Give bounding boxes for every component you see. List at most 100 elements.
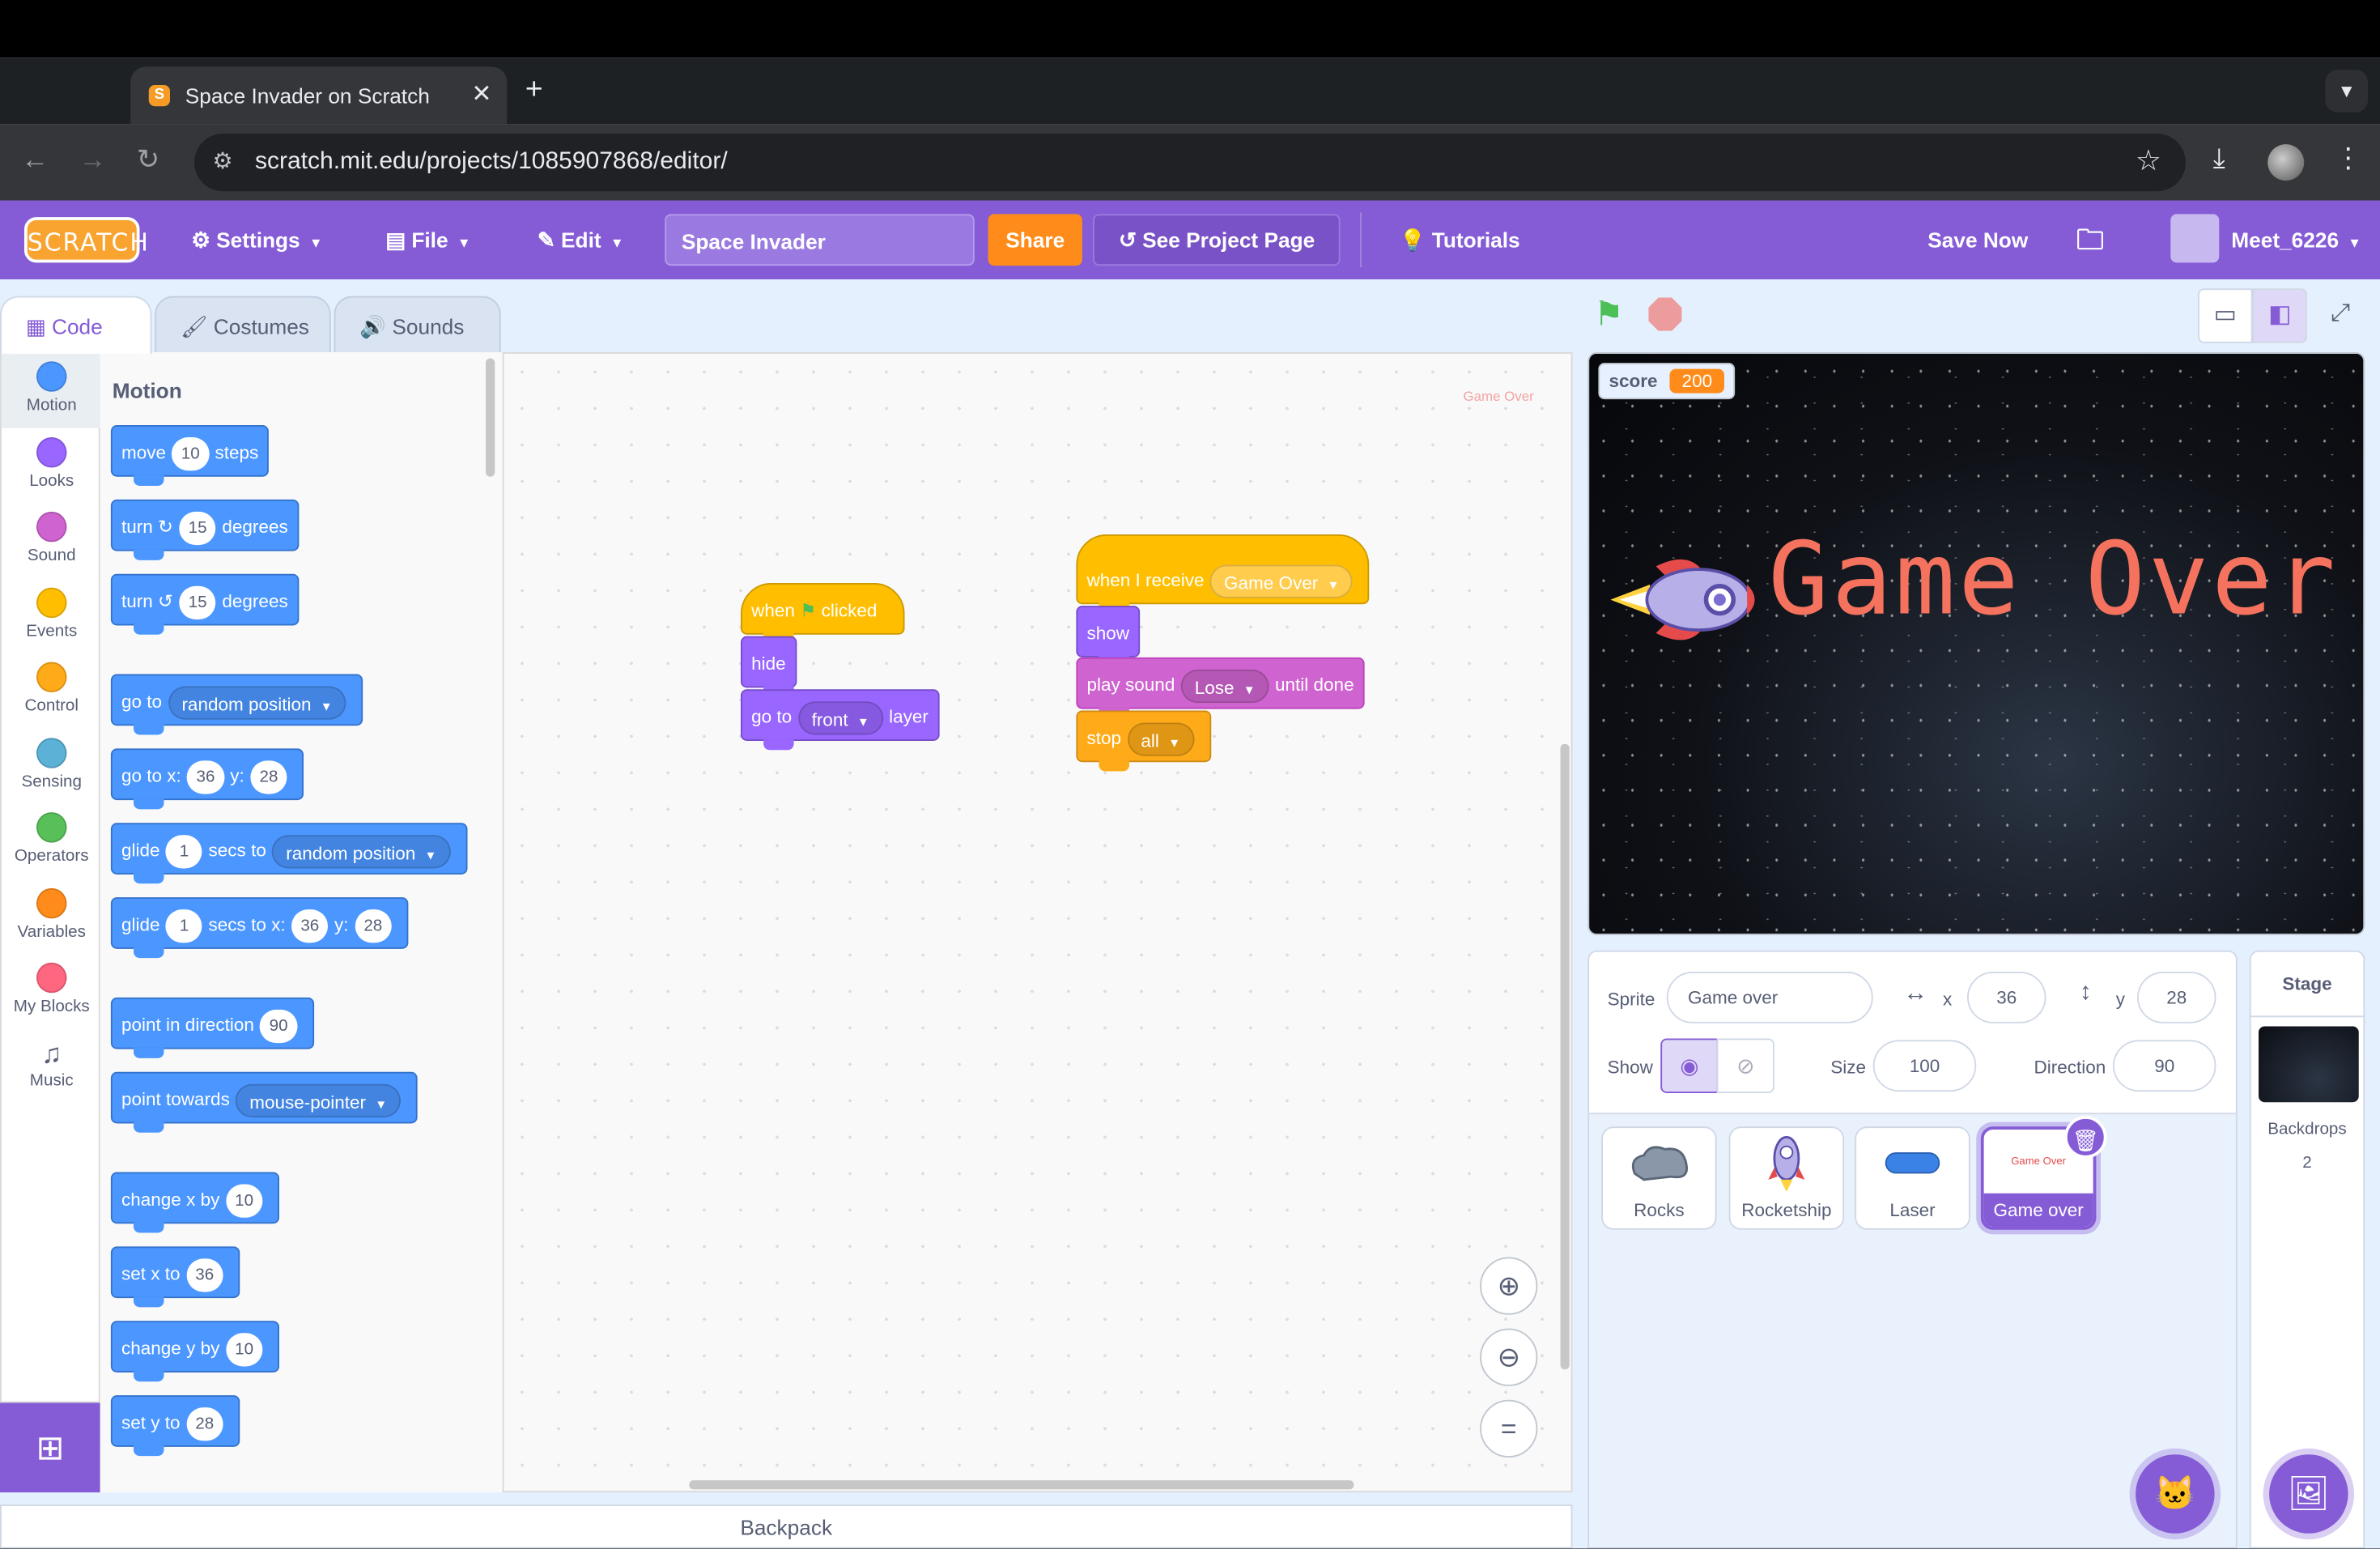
block-change-x[interactable]: change x by 10 [110,1172,279,1233]
my-stuff-folder-icon[interactable]: 🗀 [2076,222,2104,267]
stage-canvas[interactable]: score 200 Game Over [1587,352,2365,935]
tab-search-chevron-icon[interactable]: ▼ [2325,70,2368,113]
show-sprite-button[interactable]: ◉ [1660,1038,1719,1093]
block-point-in-direction[interactable]: point in direction 90 [110,997,314,1058]
address-bar[interactable]: ⚙ scratch.mit.edu/projects/1085907868/ed… [194,134,2186,192]
number-input[interactable]: 10 [225,1332,263,1367]
tab-costumes[interactable]: 🖌 Costumes [155,296,331,354]
block-turn-left[interactable]: turn ↺ 15 degrees [110,573,299,635]
block-turn-right[interactable]: turn ↻ 15 degrees [110,499,299,560]
layer-dropdown[interactable]: front ▼ [797,700,883,735]
zoom-reset-button[interactable]: = [1480,1399,1538,1458]
size-input[interactable]: 100 [1872,1040,1977,1092]
target-dropdown[interactable]: mouse-pointer ▼ [236,1083,402,1117]
tab-sounds[interactable]: 🔊 Sounds [334,296,501,354]
block-set-y[interactable]: set y to 28 [110,1395,240,1457]
sprite-tile-laser[interactable]: Laser [1855,1126,1970,1230]
block-glide-to-xy[interactable]: glide 1 secs to x: 36 y: 28 [110,897,409,959]
delete-sprite-trash-icon[interactable]: 🗑 [2064,1116,2107,1159]
block-show[interactable]: show [1076,606,1141,667]
direction-input[interactable]: 90 [2113,1040,2216,1092]
stop-option-dropdown[interactable]: all ▼ [1127,722,1194,756]
normal-stage-button[interactable]: ◧ [2252,288,2307,343]
category-music[interactable]: ♫ Music [2,1039,102,1091]
site-settings-icon[interactable]: ⚙ [213,147,233,175]
backpack-bar[interactable]: Backpack [0,1504,1573,1549]
back-arrow-icon[interactable]: ← [21,144,49,176]
file-menu[interactable]: ▤ File ▼ [385,228,470,253]
secs-input[interactable]: 1 [166,909,203,943]
variable-monitor[interactable]: score 200 [1598,363,1736,400]
category-variables[interactable]: Variables [2,887,102,942]
url-text[interactable]: scratch.mit.edu/projects/1085907868/edit… [255,149,728,177]
see-project-page-button[interactable]: ↺ See Project Page [1093,214,1341,266]
number-input[interactable]: 15 [179,511,216,545]
block-hide[interactable]: hide [741,636,797,697]
block-glide-to[interactable]: glide 1 secs to random position ▼ [110,823,467,884]
block-move-steps[interactable]: move 10 steps [110,425,270,486]
hide-sprite-button[interactable]: ⊘ [1716,1038,1774,1093]
block-change-y[interactable]: change y by 10 [110,1321,279,1382]
download-icon[interactable]: ⤓ [2213,143,2225,174]
y-input[interactable]: 28 [250,760,287,794]
stage-thumbnail[interactable] [2259,1026,2359,1103]
number-input[interactable]: 36 [186,1258,223,1292]
category-looks[interactable]: Looks [2,437,102,491]
block-go-to-layer[interactable]: go to front ▼ layer [741,689,939,751]
block-stop[interactable]: stop all ▼ [1076,710,1211,772]
block-point-towards[interactable]: point towards mouse-pointer ▼ [110,1071,418,1133]
secs-input[interactable]: 1 [166,834,203,869]
more-menu-icon[interactable]: ⋮ [2335,143,2362,174]
tutorials-button[interactable]: 💡 Tutorials [1400,228,1520,253]
x-input[interactable]: 36 [187,760,224,794]
add-extension-button[interactable]: ⊞ [0,1402,100,1493]
green-flag-icon[interactable]: ⚑ [1594,295,1624,334]
bookmark-star-icon[interactable]: ☆ [2136,144,2161,179]
category-events[interactable]: Events [2,587,102,640]
small-stage-button[interactable]: ▭ [2198,288,2253,343]
palette-scrollbar[interactable] [486,358,495,477]
sound-dropdown[interactable]: Lose ▼ [1180,669,1269,703]
number-input[interactable]: 10 [225,1184,263,1218]
block-go-to[interactable]: go to random position ▼ [110,674,363,735]
workspace-vertical-scrollbar[interactable] [1560,743,1570,1370]
close-tab-icon[interactable]: ✕ [471,79,491,110]
category-control[interactable]: Control [2,662,102,715]
category-sensing[interactable]: Sensing [2,738,102,791]
number-input[interactable]: 10 [172,436,209,470]
category-operators[interactable]: Operators [2,812,102,866]
target-dropdown[interactable]: random position ▼ [168,686,346,720]
sprite-name-input[interactable]: Game over [1666,972,1873,1023]
y-input[interactable]: 28 [355,909,392,943]
share-button[interactable]: Share [988,214,1082,266]
category-sound[interactable]: Sound [2,511,102,565]
edit-menu[interactable]: ✎ Edit ▼ [538,228,624,253]
choose-sprite-button[interactable]: 🐱 [2136,1454,2215,1534]
code-workspace[interactable] [504,352,1573,1493]
zoom-in-button[interactable]: ⊕ [1480,1257,1538,1315]
y-position-input[interactable]: 28 [2137,972,2216,1023]
scratch-logo[interactable]: SCRATCH [24,217,148,263]
account-menu[interactable]: Meet_6226 ▼ [2231,228,2361,252]
category-my-blocks[interactable]: My Blocks [2,962,102,1015]
tab-code[interactable]: ▦ Code [0,296,152,354]
sprite-tile-rocketship[interactable]: Rocketship [1728,1126,1845,1230]
message-dropdown[interactable]: Game Over ▼ [1210,564,1354,598]
forward-arrow-icon[interactable]: → [79,144,107,176]
reload-icon[interactable]: ↻ [137,144,159,176]
target-dropdown[interactable]: random position ▼ [272,834,451,869]
category-motion[interactable]: Motion [1,352,102,428]
sprite-tile-rocks[interactable]: Rocks [1601,1126,1717,1230]
block-set-x[interactable]: set x to 36 [110,1246,240,1308]
fullscreen-button[interactable]: ⤢ [2314,288,2369,343]
block-when-i-receive[interactable]: when I receive Game Over ▼ [1076,534,1370,614]
x-position-input[interactable]: 36 [1967,972,2046,1023]
number-input[interactable]: 15 [179,585,216,619]
direction-input[interactable]: 90 [260,1009,297,1043]
choose-backdrop-button[interactable]: 🖼 [2269,1454,2348,1534]
stop-sign-icon[interactable] [1648,297,1682,331]
number-input[interactable]: 28 [186,1406,223,1441]
x-input[interactable]: 36 [291,909,329,943]
browser-profile-avatar[interactable] [2267,144,2305,181]
zoom-out-button[interactable]: ⊖ [1480,1328,1538,1386]
